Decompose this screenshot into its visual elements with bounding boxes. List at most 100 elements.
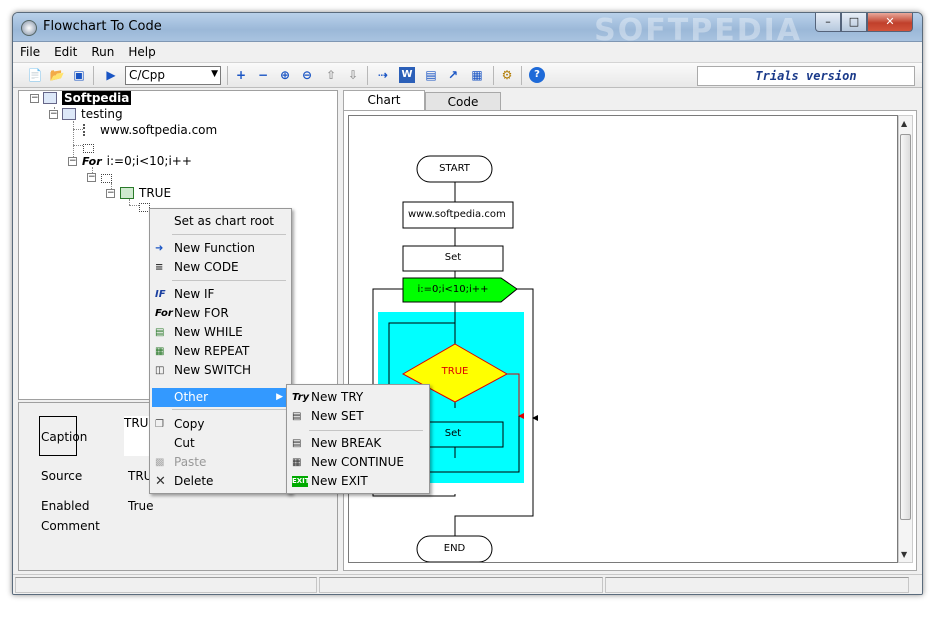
tree-node-placeholder[interactable] <box>83 140 99 154</box>
tree-true-label: TRUE <box>139 186 172 200</box>
if-icon: IF <box>155 289 166 300</box>
menu-delete[interactable]: ✕ Delete <box>152 472 213 491</box>
title-bar: Flowchart To Code SOFTPEDIA – □ ✕ <box>13 13 922 48</box>
new-function-label: New Function <box>174 241 256 255</box>
expand-true-toggle[interactable]: − <box>106 189 115 198</box>
menu-new-switch[interactable]: ◫ New SWITCH <box>152 361 251 380</box>
menu-run[interactable]: Run <box>84 42 121 59</box>
expand-loop-toggle[interactable]: − <box>87 173 96 182</box>
menu-edit[interactable]: Edit <box>47 42 84 59</box>
scroll-down-icon[interactable]: ▼ <box>901 550 907 559</box>
continue-icon: ▦ <box>292 457 302 468</box>
chart-vertical-scrollbar[interactable]: ▲ ▼ <box>898 115 913 563</box>
repeat-icon: ▦ <box>155 346 165 357</box>
menu-cut[interactable]: Cut <box>152 434 195 453</box>
menu-separator <box>309 430 423 431</box>
expand-function-toggle[interactable]: − <box>49 110 58 119</box>
export-icon[interactable]: ↗ <box>445 67 461 83</box>
other-submenu: Try New TRY ▤ New SET ▤ New BREAK ▦ New CONT… <box>286 384 430 494</box>
scroll-thumb[interactable] <box>900 134 911 520</box>
menu-new-repeat[interactable]: ▦ New REPEAT <box>152 342 249 361</box>
tree-node-for[interactable]: For i:=0;i<10;i++ <box>82 154 192 168</box>
code-label: www.softpedia.com <box>408 209 506 220</box>
menu-new-function[interactable]: ➜ New Function <box>152 239 255 258</box>
new-exit-label: New EXIT <box>311 474 368 488</box>
new-set-label: New SET <box>311 409 364 423</box>
new-file-icon[interactable]: 📄 <box>27 67 43 83</box>
tree-root-label: Softpedia <box>62 91 132 105</box>
expand-root-toggle[interactable]: − <box>30 94 39 103</box>
chart-panel: START www.softpedia.com Set i:=0;i<10;i+… <box>343 110 917 571</box>
new-continue-label: New CONTINUE <box>311 455 404 469</box>
add-icon[interactable]: + <box>233 67 249 83</box>
new-try-label: New TRY <box>311 390 364 404</box>
menu-help[interactable]: Help <box>121 42 162 59</box>
tree-node-root[interactable]: Softpedia <box>43 91 132 105</box>
break-icon: ▤ <box>292 438 302 449</box>
delete-icon: ✕ <box>155 474 166 489</box>
root-node-icon <box>43 92 57 104</box>
menu-new-break[interactable]: ▤ New BREAK <box>289 434 381 453</box>
while-icon: ▤ <box>155 327 165 338</box>
run-icon[interactable]: ▶ <box>103 67 119 83</box>
menu-new-continue[interactable]: ▦ New CONTINUE <box>289 453 404 472</box>
language-select[interactable]: C/Cpp ▼ <box>125 66 221 85</box>
expand-for-toggle[interactable]: − <box>68 157 77 166</box>
tree-node-function[interactable]: testing <box>62 107 123 121</box>
new-for-label: New FOR <box>174 306 229 320</box>
word-export-icon[interactable]: W <box>399 67 415 83</box>
remove-icon[interactable]: − <box>255 67 271 83</box>
menu-separator <box>172 280 286 281</box>
menu-copy[interactable]: ❐ Copy <box>152 415 204 434</box>
menu-new-for[interactable]: For New FOR <box>152 304 229 323</box>
tab-chart[interactable]: Chart <box>343 90 425 111</box>
maximize-button[interactable]: □ <box>841 13 867 32</box>
set-label: Set <box>444 252 462 263</box>
window-title: Flowchart To Code <box>43 19 162 34</box>
tree-node-code[interactable]: www.softpedia.com <box>83 123 217 137</box>
menu-file[interactable]: File <box>13 42 47 59</box>
tree-for-label: i:=0;i<10;i++ <box>106 154 192 168</box>
close-button[interactable]: ✕ <box>867 13 913 32</box>
menu-new-if[interactable]: IF New IF <box>152 285 214 304</box>
caption-label: Caption <box>41 430 88 444</box>
menu-new-code[interactable]: ≡ New CODE <box>152 258 239 277</box>
zoom-in-icon[interactable]: ⊕ <box>277 67 293 83</box>
open-folder-icon[interactable]: 📂 <box>49 67 65 83</box>
help-icon[interactable]: ? <box>529 67 545 83</box>
tree-node-true[interactable]: TRUE <box>120 186 171 200</box>
code-icon: ≡ <box>155 262 164 273</box>
menu-other[interactable]: Other ▶ <box>152 388 289 407</box>
flowchart-canvas[interactable]: START www.softpedia.com Set i:=0;i<10;i+… <box>348 115 898 563</box>
menu-new-try[interactable]: Try New TRY <box>289 388 363 407</box>
function-node-icon <box>62 108 76 120</box>
image-icon[interactable]: ▦ <box>469 67 485 83</box>
for-icon: For <box>155 308 173 319</box>
status-cell-1 <box>15 577 317 593</box>
menu-new-set[interactable]: ▤ New SET <box>289 407 364 426</box>
move-up-icon[interactable]: ⇧ <box>323 67 339 83</box>
menu-new-exit[interactable]: EXIT New EXIT <box>289 472 368 491</box>
language-value: C/Cpp <box>129 68 166 82</box>
minimize-button[interactable]: – <box>815 13 841 32</box>
while-node-icon <box>120 187 134 199</box>
menu-set-chart-root[interactable]: Set as chart root <box>152 212 274 231</box>
decision-label: TRUE <box>441 366 469 377</box>
zoom-out-icon[interactable]: ⊖ <box>299 67 315 83</box>
new-code-label: New CODE <box>174 260 239 274</box>
switch-icon: ◫ <box>155 365 165 376</box>
enabled-value[interactable]: True <box>128 499 154 513</box>
settings-icon[interactable]: ⚙ <box>499 67 515 83</box>
menu-bar: File Edit Run Help <box>13 42 922 62</box>
move-down-icon[interactable]: ⇩ <box>345 67 361 83</box>
menu-new-while[interactable]: ▤ New WHILE <box>152 323 243 342</box>
document-icon[interactable]: ▤ <box>423 67 439 83</box>
scroll-up-icon[interactable]: ▲ <box>901 119 907 128</box>
menu-separator <box>172 234 286 235</box>
import-icon[interactable]: ⇢ <box>375 67 391 83</box>
tree-node-loop-body[interactable] <box>101 170 117 184</box>
context-menu: Set as chart root ➜ New Function ≡ New COD… <box>149 208 292 494</box>
save-icon[interactable]: ▣ <box>71 67 87 83</box>
tab-code[interactable]: Code <box>425 92 501 110</box>
try-icon: Try <box>292 392 310 403</box>
